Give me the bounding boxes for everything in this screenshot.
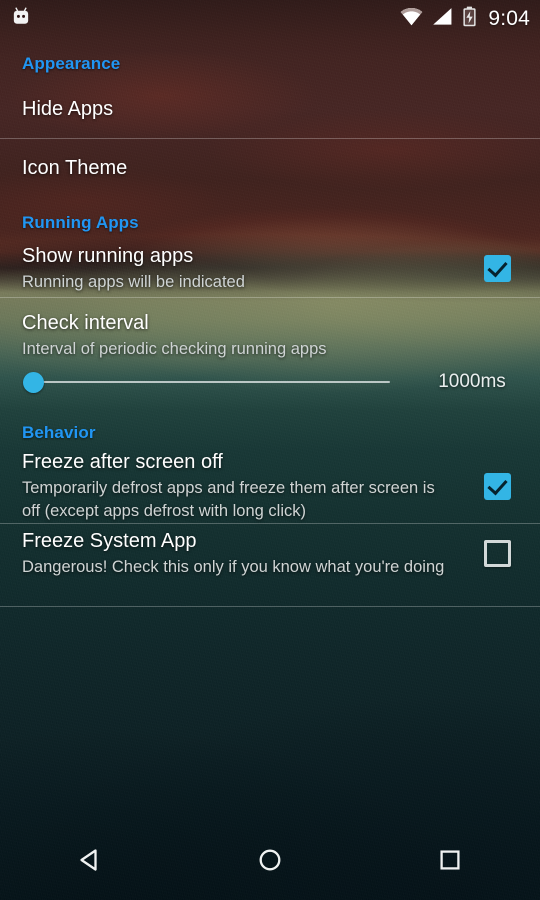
section-header-appearance: Appearance: [22, 54, 121, 73]
check-interval-seekbar[interactable]: [22, 371, 410, 393]
status-bar-icons: 9:04: [400, 6, 530, 32]
status-bar[interactable]: 9:04: [0, 0, 540, 38]
pref-show-running-apps-text: Show running apps Running apps will be i…: [22, 243, 470, 294]
pref-icon-theme-text: Icon Theme: [22, 155, 524, 181]
pref-freeze-system-app-title: Freeze System App: [22, 529, 197, 552]
checkbox-freeze-system-app[interactable]: [483, 539, 511, 567]
navigation-bar[interactable]: [0, 824, 540, 900]
checkbox-show-running-apps[interactable]: [483, 254, 511, 282]
check-interval-value: 1000ms: [438, 371, 506, 392]
pref-freeze-after-screen-off[interactable]: Freeze after screen off Temporarily defr…: [0, 449, 540, 523]
seekbar-thumb[interactable]: [23, 372, 44, 393]
status-bar-notifications: [10, 6, 32, 33]
pref-show-running-apps-summary: Running apps will be indicated: [22, 272, 245, 291]
pref-show-running-apps-title: Show running apps: [22, 244, 194, 267]
check-interval-seekbar-row[interactable]: 1000ms: [22, 371, 524, 393]
divider: [0, 606, 540, 607]
recents-square-icon: [435, 845, 465, 880]
pref-check-interval[interactable]: Check interval Interval of periodic chec…: [0, 298, 540, 407]
pref-icon-theme[interactable]: Icon Theme: [0, 139, 540, 197]
section-header-running-apps: Running Apps: [22, 213, 139, 232]
pref-freeze-after-screen-off-widget[interactable]: [470, 472, 524, 500]
pref-check-interval-text: Check interval Interval of periodic chec…: [22, 310, 524, 361]
pref-check-interval-summary: Interval of periodic checking running ap…: [22, 340, 327, 358]
pref-hide-apps-text: Hide Apps: [22, 96, 524, 122]
back-button[interactable]: [40, 824, 140, 900]
cellular-signal-icon: [432, 7, 453, 31]
settings-list[interactable]: Appearance Hide Apps Icon Theme Running …: [0, 38, 540, 824]
battery-charging-icon: [462, 6, 477, 32]
recents-button[interactable]: [400, 824, 500, 900]
pref-icon-theme-title: Icon Theme: [22, 157, 128, 179]
pref-check-interval-title: Check interval: [22, 312, 149, 334]
home-circle-icon: [255, 845, 285, 880]
pref-freeze-after-screen-off-summary: Temporarily defrost apps and freeze them…: [22, 479, 435, 520]
pref-freeze-after-screen-off-title: Freeze after screen off: [22, 451, 223, 473]
pref-freeze-system-app-text: Freeze System App Dangerous! Check this …: [22, 528, 470, 579]
pref-freeze-system-app-widget[interactable]: [470, 539, 524, 567]
pref-freeze-system-app[interactable]: Freeze System App Dangerous! Check this …: [0, 524, 540, 582]
home-button[interactable]: [220, 824, 320, 900]
pref-freeze-after-screen-off-text: Freeze after screen off Temporarily defr…: [22, 449, 470, 523]
android-head-icon: [10, 6, 32, 33]
pref-freeze-system-app-summary: Dangerous! Check this only if you know w…: [22, 557, 445, 576]
status-bar-clock: 9:04: [488, 7, 530, 30]
checkbox-freeze-after-screen-off[interactable]: [483, 472, 511, 500]
seekbar-track: [32, 381, 390, 383]
wifi-icon: [400, 7, 423, 31]
phone-screen: 9:04 Appearance Hide Apps Icon Theme Run…: [0, 0, 540, 900]
section-header-behavior: Behavior: [22, 423, 96, 442]
pref-show-running-apps[interactable]: Show running apps Running apps will be i…: [0, 239, 540, 297]
pref-hide-apps-title: Hide Apps: [22, 98, 114, 120]
back-triangle-icon: [75, 845, 105, 880]
pref-hide-apps[interactable]: Hide Apps: [0, 80, 540, 138]
pref-show-running-apps-widget[interactable]: [470, 254, 524, 282]
